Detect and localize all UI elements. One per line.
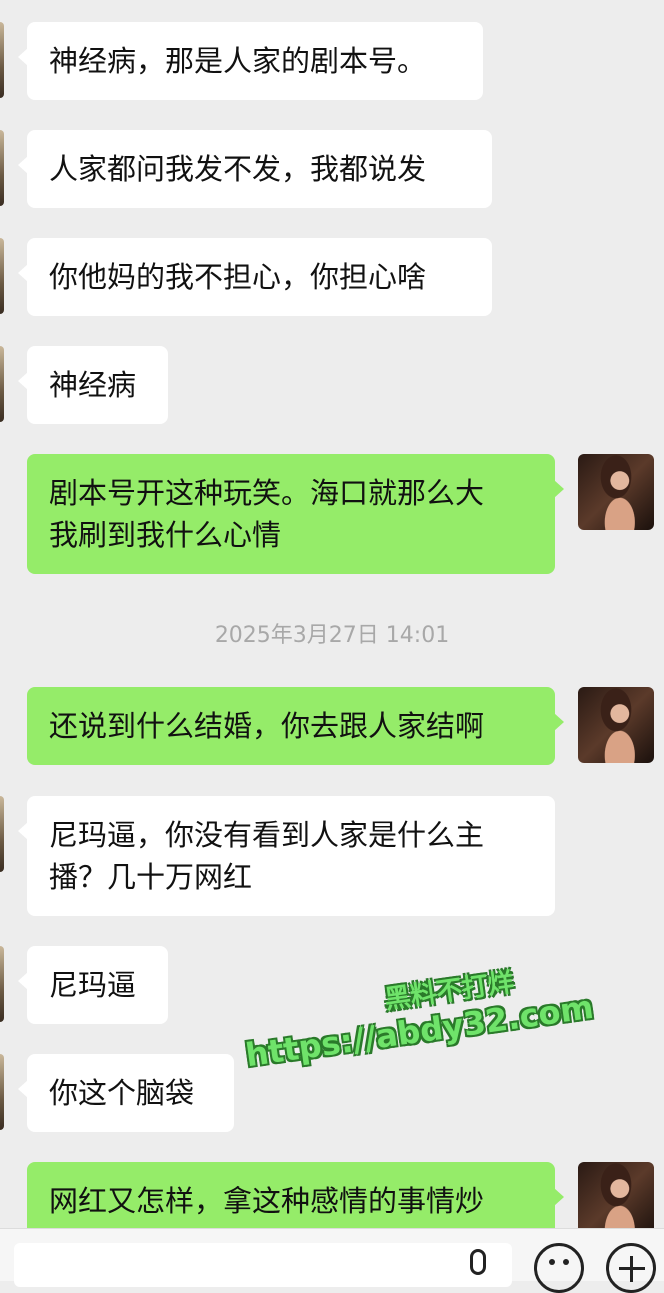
emoji-icon[interactable] <box>534 1243 584 1293</box>
contact-avatar[interactable] <box>0 130 4 206</box>
contact-avatar[interactable] <box>0 796 4 872</box>
message-bubble[interactable]: 人家都问我发不发，我都说发 <box>18 130 492 208</box>
message-bubble[interactable]: 尼玛逼 <box>18 946 168 1024</box>
message-bubble[interactable]: 还说到什么结婚，你去跟人家结啊 <box>27 687 564 765</box>
self-avatar[interactable] <box>578 687 654 763</box>
microphone-icon[interactable] <box>470 1249 486 1275</box>
message-bubble[interactable]: 剧本号开这种玩笑。海口就那么大 我刷到我什么心情 <box>27 454 564 574</box>
contact-avatar[interactable] <box>0 238 4 314</box>
self-avatar[interactable] <box>578 454 654 530</box>
message-bubble[interactable]: 尼玛逼，你没有看到人家是什么主 播？几十万网红 <box>18 796 555 916</box>
watermark: 黑料不打烊 https://abdy32.com <box>238 951 596 1075</box>
watermark-url: https://abdy32.com <box>243 987 596 1075</box>
contact-avatar[interactable] <box>0 346 4 422</box>
watermark-title: 黑料不打烊 <box>382 967 516 1016</box>
input-toolbar <box>0 1228 664 1293</box>
message-input[interactable] <box>14 1243 512 1287</box>
contact-avatar[interactable] <box>0 22 4 98</box>
message-bubble[interactable]: 网红又怎样，拿这种感情的事情炒 作，你没有考虑过我的感受 <box>27 1162 564 1228</box>
timestamp-divider: 2025年3月27日 14:01 <box>214 623 450 648</box>
chat-area[interactable]: 神经病，那是人家的剧本号。 人家都问我发不发，我都说发 你他妈的我不担心，你担心… <box>0 0 664 1228</box>
message-bubble[interactable]: 你这个脑袋 <box>18 1054 234 1132</box>
contact-avatar[interactable] <box>0 1054 4 1130</box>
self-avatar[interactable] <box>578 1162 654 1228</box>
message-bubble[interactable]: 神经病，那是人家的剧本号。 <box>18 22 483 100</box>
message-bubble[interactable]: 神经病 <box>18 346 168 424</box>
message-bubble[interactable]: 你他妈的我不担心，你担心啥 <box>18 238 492 316</box>
contact-avatar[interactable] <box>0 946 4 1022</box>
plus-icon[interactable] <box>606 1243 656 1293</box>
